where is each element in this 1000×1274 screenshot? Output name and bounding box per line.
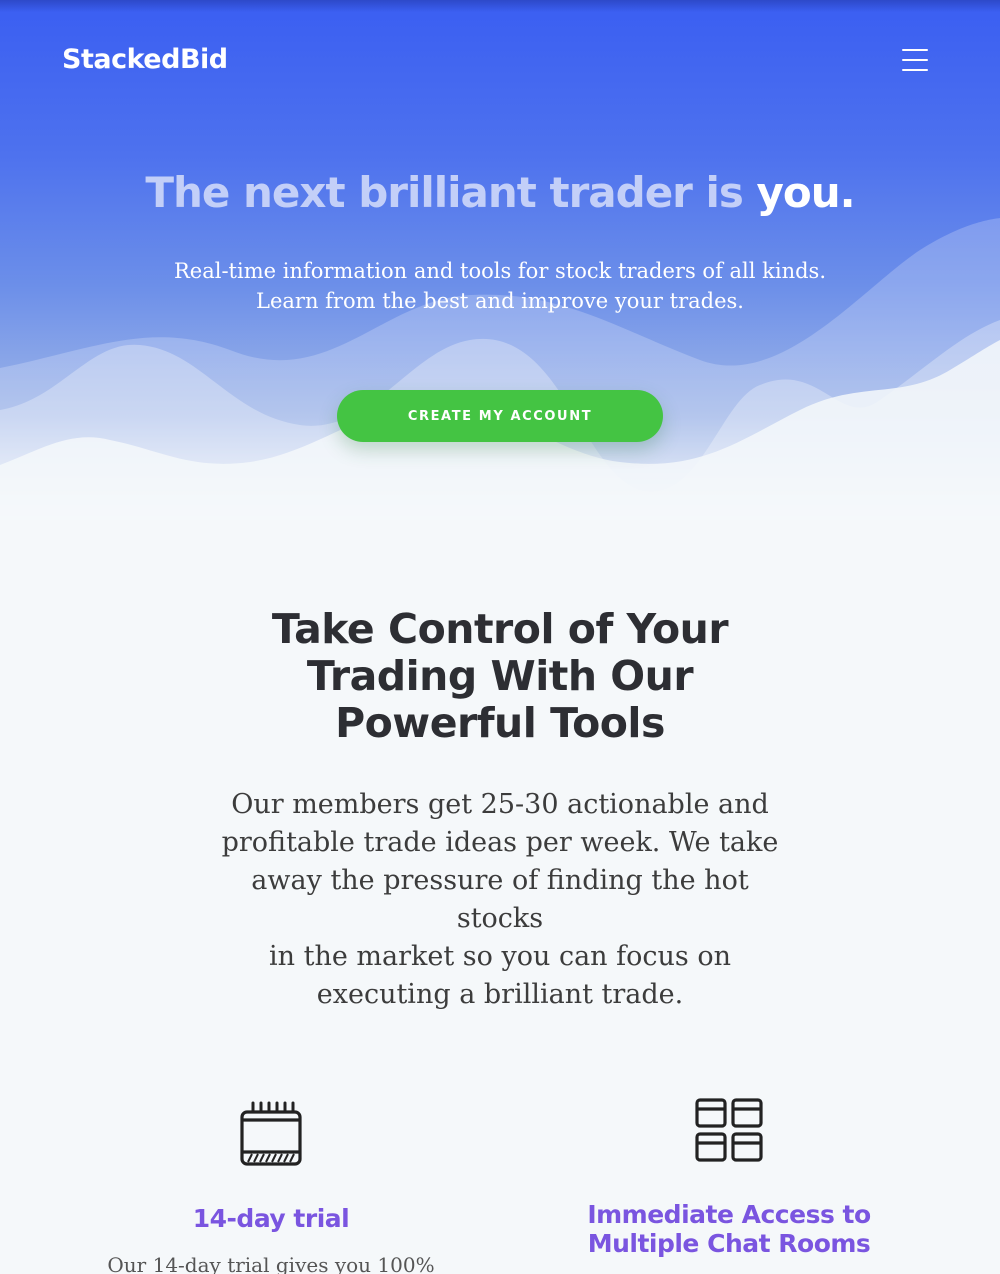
hero-top-shade (0, 0, 1000, 12)
feature-title: Immediate Access to Multiple Chat Rooms (548, 1200, 910, 1258)
hero-subtitle: Real-time information and tools for stoc… (0, 256, 1000, 316)
section-title-line: Powerful Tools (335, 699, 665, 747)
grid-layout-icon (695, 1098, 763, 1162)
hero-section: StackedBid The next brilliant trader is … (0, 0, 1000, 520)
section-title-line: Trading With Our (306, 652, 694, 700)
section-description-line: executing a brilliant trade. (316, 979, 684, 1010)
hero-subtitle-line: Learn from the best and improve your tra… (256, 289, 744, 313)
section-description-line: away the pressure of finding the hot sto… (251, 865, 749, 934)
hero-wave-decoration (0, 218, 1000, 520)
hero-title-lead: The next brilliant trader is (145, 168, 744, 217)
menu-bar-top (902, 49, 928, 51)
calendar-icon (240, 1101, 302, 1166)
section-title-line: Take Control of Your (271, 605, 729, 653)
hero-title: The next brilliant trader is you. (0, 168, 1000, 217)
hero-subtitle-line: Real-time information and tools for stoc… (173, 259, 826, 283)
menu-bar-bottom (902, 69, 928, 71)
landing-page: StackedBid The next brilliant trader is … (0, 0, 1000, 1274)
create-account-button[interactable]: CREATE MY ACCOUNT (337, 390, 663, 442)
section-title: Take Control of Your Trading With Our Po… (200, 606, 800, 747)
section-description-line: in the market so you can focus on (269, 941, 731, 972)
hamburger-menu-icon[interactable] (898, 44, 932, 76)
feature-description: Our 14-day trial gives you 100% (107, 1253, 435, 1274)
section-description-line: Our members get 25-30 actionable and (231, 789, 769, 820)
feature-title: 14-day trial (192, 1204, 350, 1233)
feature-chat-rooms: Immediate Access to Multiple Chat Rooms (548, 1098, 910, 1258)
section-description-line: profitable trade ideas per week. We take (221, 827, 779, 858)
feature-title-line: Multiple Chat Rooms (587, 1229, 871, 1258)
menu-bar-middle (902, 59, 928, 61)
feature-trial: 14-day trial Our 14-day trial gives you … (90, 1098, 452, 1274)
section-description: Our members get 25-30 actionable and pro… (210, 786, 790, 1014)
brand-logo[interactable]: StackedBid (62, 44, 228, 75)
feature-title-line: Immediate Access to (587, 1200, 871, 1229)
hero-title-emphasis: you. (756, 168, 856, 217)
